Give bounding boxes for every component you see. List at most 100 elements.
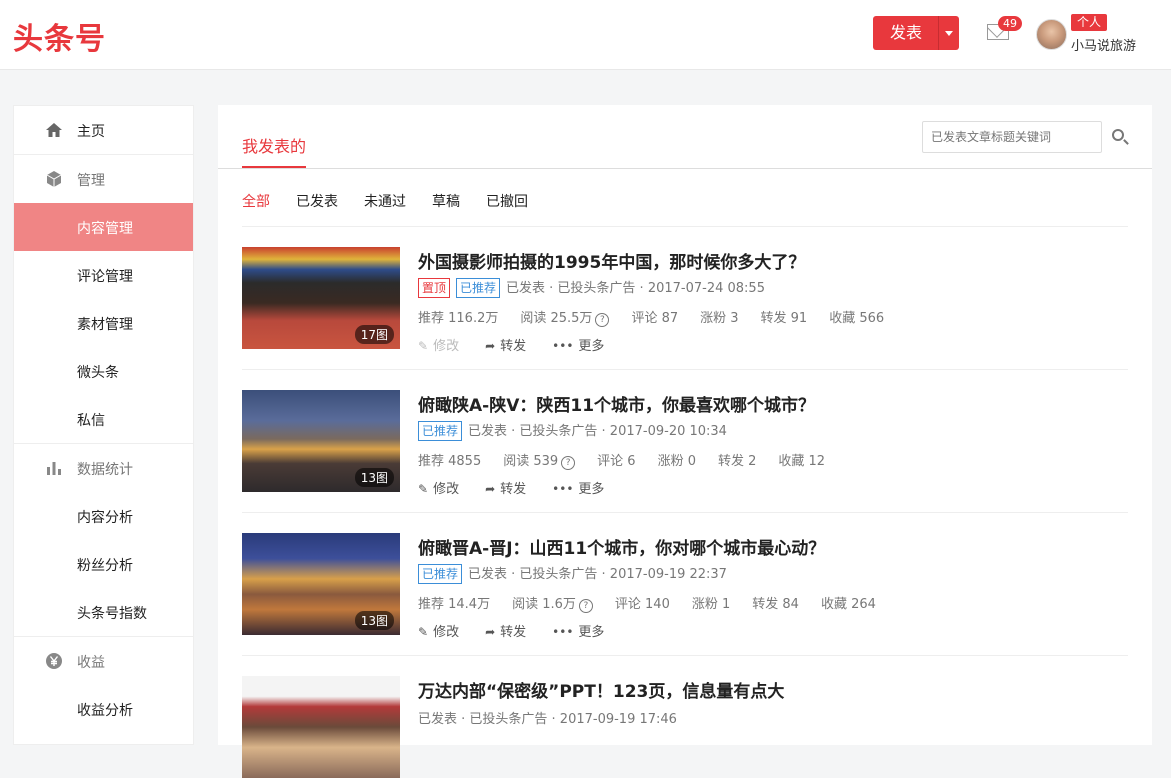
sidebar-item-label: 主页 — [77, 124, 105, 140]
search-icon[interactable] — [1112, 129, 1124, 141]
sidebar-item-messages[interactable]: 私信 — [14, 395, 193, 443]
help-icon[interactable]: ? — [578, 599, 593, 613]
more-button[interactable]: ••• 更多 — [552, 478, 604, 497]
image-count-badge: 13图 — [354, 611, 394, 630]
sidebar-section-manage[interactable]: 管理 — [14, 155, 193, 203]
filter-published[interactable]: 已发表 — [296, 191, 338, 211]
tab-my-published[interactable]: 我发表的 — [242, 133, 306, 157]
stat-read-wrap: 阅读 1.6万? — [512, 597, 593, 613]
recommended-badge: 已推荐 — [418, 421, 463, 441]
sidebar-item-home[interactable]: 主页 — [14, 106, 193, 154]
role-badge: 个人 — [1071, 14, 1108, 31]
share-label: 转发 — [500, 482, 527, 497]
stat-fav: 收藏 566 — [829, 311, 885, 326]
article-status: 已发表 · 已投头条广告 · 2017-07-24 08:55 — [506, 281, 765, 296]
filter-rejected[interactable]: 未通过 — [364, 191, 406, 211]
more-dots-icon: ••• — [552, 482, 574, 496]
sidebar-item-fans-analysis[interactable]: 粉丝分析 — [14, 540, 193, 588]
article-status: 已发表 · 已投头条广告 · 2017-09-20 10:34 — [468, 424, 727, 439]
sidebar-item-label: 收益 — [77, 655, 105, 671]
top-bar: 头条号 发表 49 个人 小马说旅游 — [0, 0, 1171, 70]
publish-button[interactable]: 发表 — [873, 16, 959, 50]
article-title[interactable]: 俯瞰陕A-陕V：陕西11个城市，你最喜欢哪个城市？ — [418, 391, 815, 416]
stat-read: 阅读 25.5万 — [520, 311, 593, 326]
image-count-badge: 17图 — [354, 325, 394, 344]
filter-all[interactable]: 全部 — [242, 191, 270, 211]
stat-recommend: 推荐 4855 — [418, 454, 482, 469]
divider — [242, 655, 1128, 656]
cube-icon — [46, 171, 62, 187]
stat-comment: 评论 87 — [631, 311, 679, 326]
more-label: 更多 — [578, 625, 605, 640]
article-thumbnail[interactable]: 17图 — [242, 247, 400, 349]
sidebar-item-content-analysis[interactable]: 内容分析 — [14, 492, 193, 540]
share-button[interactable]: ➦ 转发 — [485, 335, 526, 354]
sidebar-item-label: 评论管理 — [77, 269, 133, 285]
share-button[interactable]: ➦ 转发 — [485, 621, 526, 640]
more-label: 更多 — [578, 482, 605, 497]
pencil-icon: ✎ — [418, 625, 429, 639]
sidebar-item-index[interactable]: 头条号指数 — [14, 588, 193, 636]
article-title[interactable]: 俯瞰晋A-晋J：山西11个城市，你对哪个城市最心动？ — [418, 534, 825, 559]
article-thumbnail[interactable]: 13图 — [242, 533, 400, 635]
sidebar-item-label: 粉丝分析 — [77, 558, 133, 574]
article-meta: 置顶 已推荐 已发表 · 已投头条广告 · 2017-07-24 08:55 — [418, 277, 765, 298]
logo[interactable]: 头条号 — [13, 14, 106, 58]
search-input[interactable] — [922, 121, 1102, 153]
publish-label[interactable]: 发表 — [873, 16, 939, 50]
edit-button[interactable]: ✎ 修改 — [418, 478, 459, 497]
sidebar-item-label: 管理 — [77, 173, 105, 189]
help-icon[interactable]: ? — [561, 456, 576, 470]
publish-dropdown-chevron-icon[interactable] — [938, 16, 959, 50]
edit-button[interactable]: ✎ 修改 — [418, 335, 459, 354]
filter-drafts[interactable]: 草稿 — [432, 191, 460, 211]
sidebar-item-label: 数据统计 — [77, 462, 133, 478]
sidebar-item-label: 素材管理 — [77, 317, 133, 333]
share-arrow-icon: ➦ — [485, 482, 496, 496]
article-title[interactable]: 外国摄影师拍摄的1995年中国，那时候你多大了？ — [418, 248, 805, 273]
article-stats: 推荐 4855 阅读 539? 评论 6 涨粉 0 转发 2 收藏 12 — [418, 450, 847, 470]
avatar[interactable] — [1036, 19, 1067, 50]
divider — [242, 226, 1128, 227]
stat-comment: 评论 140 — [614, 597, 670, 612]
stat-fans: 涨粉 3 — [700, 311, 739, 326]
bar-chart-icon — [47, 462, 61, 475]
sidebar-item-label: 私信 — [77, 413, 105, 429]
sidebar-item-comment-manage[interactable]: 评论管理 — [14, 251, 193, 299]
sidebar-item-label: 头条号指数 — [77, 606, 147, 622]
sidebar-item-content-manage[interactable]: 内容管理 — [14, 203, 193, 251]
article-actions: ✎ 修改 ➦ 转发 ••• 更多 — [418, 478, 630, 497]
article-actions: ✎ 修改 ➦ 转发 ••• 更多 — [418, 621, 630, 640]
username[interactable]: 小马说旅游 — [1071, 35, 1136, 54]
pencil-icon: ✎ — [418, 339, 429, 353]
article-thumbnail[interactable]: 13图 — [242, 390, 400, 492]
help-icon[interactable]: ? — [595, 313, 610, 327]
stat-recommend: 推荐 116.2万 — [418, 311, 499, 326]
sidebar-item-micro-headline[interactable]: 微头条 — [14, 347, 193, 395]
sidebar-item-label: 内容分析 — [77, 510, 133, 526]
more-dots-icon: ••• — [552, 625, 574, 639]
more-button[interactable]: ••• 更多 — [552, 335, 604, 354]
share-button[interactable]: ➦ 转发 — [485, 478, 526, 497]
stat-read-wrap: 阅读 539? — [503, 454, 576, 470]
recommended-badge: 已推荐 — [456, 278, 501, 298]
stat-read: 阅读 539 — [503, 454, 559, 469]
yen-icon — [46, 653, 62, 669]
filter-withdrawn[interactable]: 已撤回 — [486, 191, 528, 211]
sidebar-item-label: 微头条 — [77, 365, 119, 381]
sidebar: 主页 管理 内容管理 评论管理 素材管理 微头条 私信 数据统计 内容分析 粉丝… — [13, 105, 194, 745]
sidebar-section-stats[interactable]: 数据统计 — [14, 444, 193, 492]
sidebar-item-label: 内容管理 — [77, 221, 133, 237]
sidebar-section-income[interactable]: 收益 — [14, 637, 193, 685]
article-title[interactable]: 万达内部“保密级”PPT！123页，信息量有点大 — [418, 677, 784, 702]
sidebar-item-income-analysis[interactable]: 收益分析 — [14, 685, 193, 733]
sidebar-item-material-manage[interactable]: 素材管理 — [14, 299, 193, 347]
stat-share: 转发 2 — [717, 454, 757, 469]
main-panel: 我发表的 全部 已发表 未通过 草稿 已撤回 17图 外国摄影师拍摄的1995年… — [218, 105, 1152, 778]
article-thumbnail[interactable] — [242, 676, 400, 778]
stat-fans: 涨粉 1 — [691, 597, 731, 612]
article-actions: ✎ 修改 ➦ 转发 ••• 更多 — [418, 335, 630, 354]
edit-button[interactable]: ✎ 修改 — [418, 621, 459, 640]
article-status: 已发表 · 已投头条广告 · 2017-09-19 22:37 — [468, 567, 727, 582]
more-button[interactable]: ••• 更多 — [552, 621, 604, 640]
